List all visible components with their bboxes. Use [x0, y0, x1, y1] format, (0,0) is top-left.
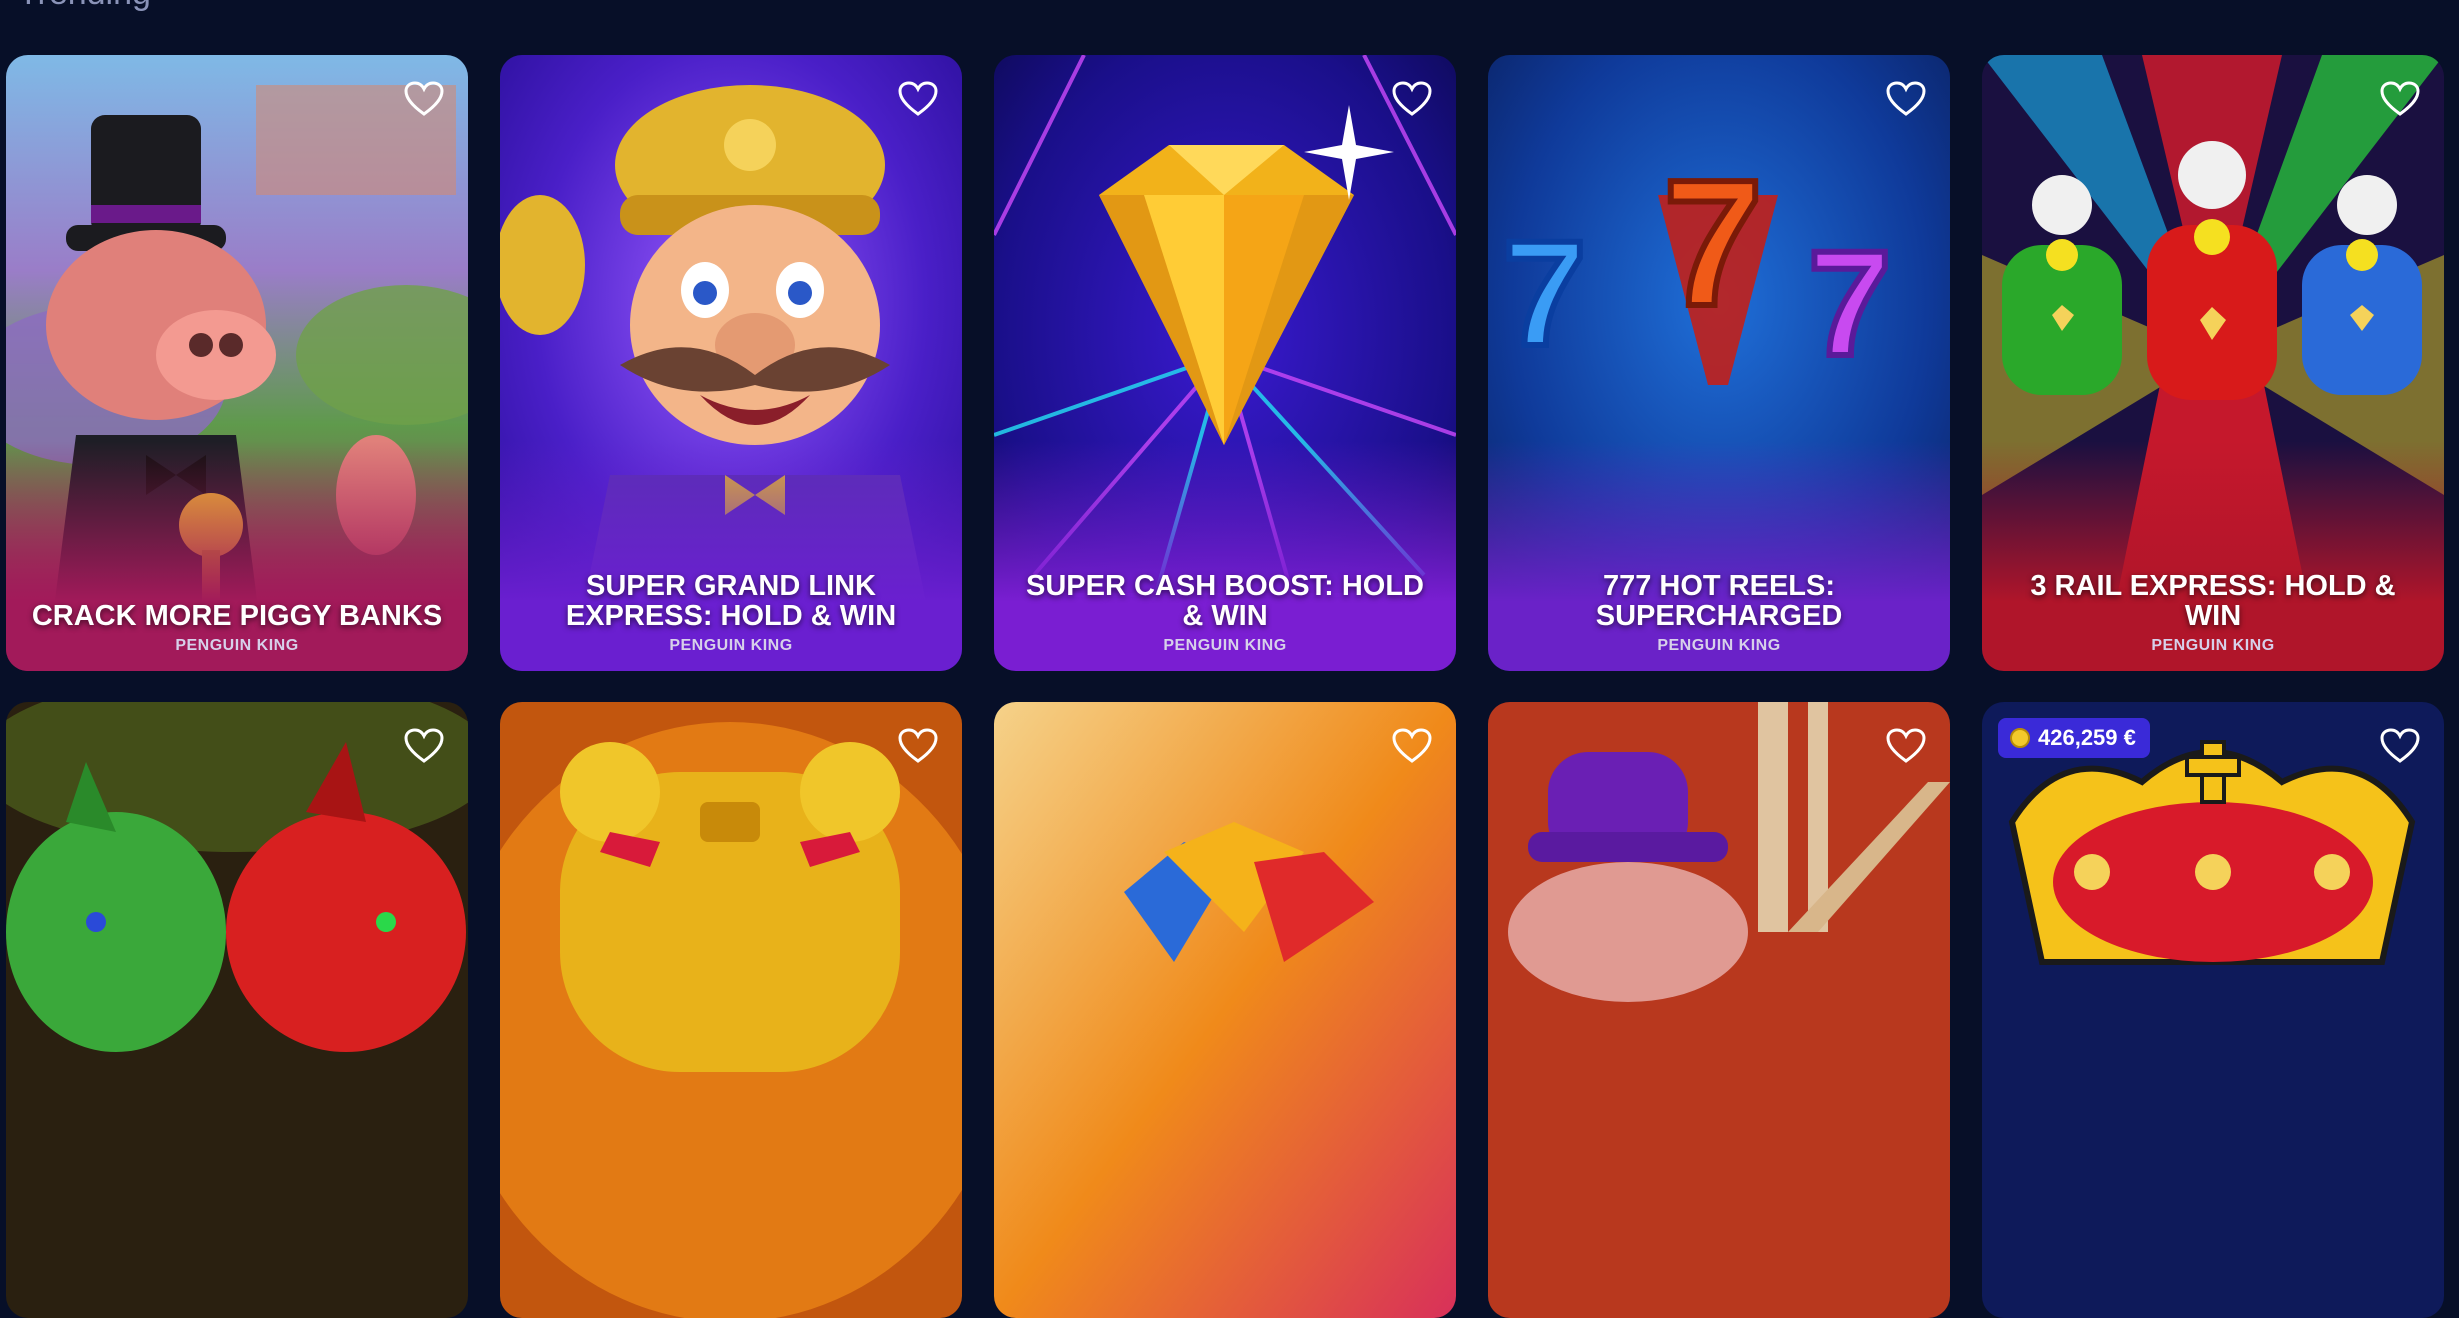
game-title: SUPER GRAND LINK EXPRESS: HOLD & WIN [565, 570, 897, 632]
heart-outline-icon [2380, 81, 2420, 116]
card-footer: CRACK MORE PIGGY BANKS PENGUIN KING [6, 441, 468, 671]
jackpot-badge: 426,259 € [1998, 718, 2150, 758]
game-provider: PENGUIN KING [1163, 637, 1287, 654]
game-card-piggy-mansion[interactable] [1488, 702, 1950, 1318]
favorite-button[interactable] [896, 77, 940, 121]
game-provider: PENGUIN KING [175, 637, 299, 654]
game-provider: PENGUIN KING [669, 637, 793, 654]
game-card-golden-idol[interactable] [500, 702, 962, 1318]
game-provider: PENGUIN KING [2151, 637, 2275, 654]
game-title: CRACK MORE PIGGY BANKS [31, 600, 443, 632]
game-card-777-hot-reels[interactable]: 7 7 7 777 HOT REELS: SUPERCHARGED PENGUI… [1488, 55, 1950, 671]
favorite-button[interactable] [402, 77, 446, 121]
card-footer: SUPER GRAND LINK EXPRESS: HOLD & WIN PEN… [500, 441, 962, 671]
heart-outline-icon [898, 728, 938, 763]
game-thumbnail [6, 702, 468, 1318]
game-card-crack-more-piggy-banks[interactable]: CRACK MORE PIGGY BANKS PENGUIN KING [6, 55, 468, 671]
game-card-dragons[interactable] [6, 702, 468, 1318]
games-grid: CRACK MORE PIGGY BANKS PENGUIN KING SUPE… [0, 0, 2459, 1318]
heart-outline-icon [404, 728, 444, 763]
game-card-gems[interactable] [994, 702, 1456, 1318]
card-footer: 3 RAIL EXPRESS: HOLD & WIN PENGUIN KING [1982, 441, 2444, 671]
game-card-3-rail-express[interactable]: 3 RAIL EXPRESS: HOLD & WIN PENGUIN KING [1982, 55, 2444, 671]
game-card-super-grand-link-express[interactable]: SUPER GRAND LINK EXPRESS: HOLD & WIN PEN… [500, 55, 962, 671]
game-title: 777 HOT REELS: SUPERCHARGED [1595, 570, 1843, 632]
favorite-button[interactable] [402, 724, 446, 768]
svg-text:7: 7 [1808, 219, 1891, 387]
game-card-royal-crown[interactable]: 426,259 € [1982, 702, 2444, 1318]
coin-icon [2010, 728, 2030, 748]
favorite-button[interactable] [1884, 77, 1928, 121]
heart-outline-icon [2380, 728, 2420, 763]
heart-outline-icon [404, 81, 444, 116]
heart-outline-icon [1392, 81, 1432, 116]
game-title: 3 RAIL EXPRESS: HOLD & WIN [2030, 570, 2396, 632]
game-thumbnail [1488, 702, 1950, 1318]
favorite-button[interactable] [1390, 724, 1434, 768]
game-provider: PENGUIN KING [1657, 637, 1781, 654]
jackpot-amount: 426,259 € [2038, 725, 2136, 750]
favorite-button[interactable] [896, 724, 940, 768]
heart-outline-icon [898, 81, 938, 116]
game-card-super-cash-boost[interactable]: SUPER CASH BOOST: HOLD & WIN PENGUIN KIN… [994, 55, 1456, 671]
heart-outline-icon [1886, 728, 1926, 763]
card-footer: SUPER CASH BOOST: HOLD & WIN PENGUIN KIN… [994, 441, 1456, 671]
heart-outline-icon [1886, 81, 1926, 116]
card-footer: 777 HOT REELS: SUPERCHARGED PENGUIN KING [1488, 441, 1950, 671]
favorite-button[interactable] [2378, 724, 2422, 768]
svg-text:7: 7 [1663, 143, 1763, 344]
heart-outline-icon [1392, 728, 1432, 763]
favorite-button[interactable] [1884, 724, 1928, 768]
favorite-button[interactable] [1390, 77, 1434, 121]
game-thumbnail [994, 702, 1456, 1318]
favorite-button[interactable] [2378, 77, 2422, 121]
game-thumbnail [1982, 702, 2444, 1318]
game-thumbnail [500, 702, 962, 1318]
svg-text:7: 7 [1503, 209, 1586, 377]
game-title: SUPER CASH BOOST: HOLD & WIN [1026, 570, 1424, 632]
